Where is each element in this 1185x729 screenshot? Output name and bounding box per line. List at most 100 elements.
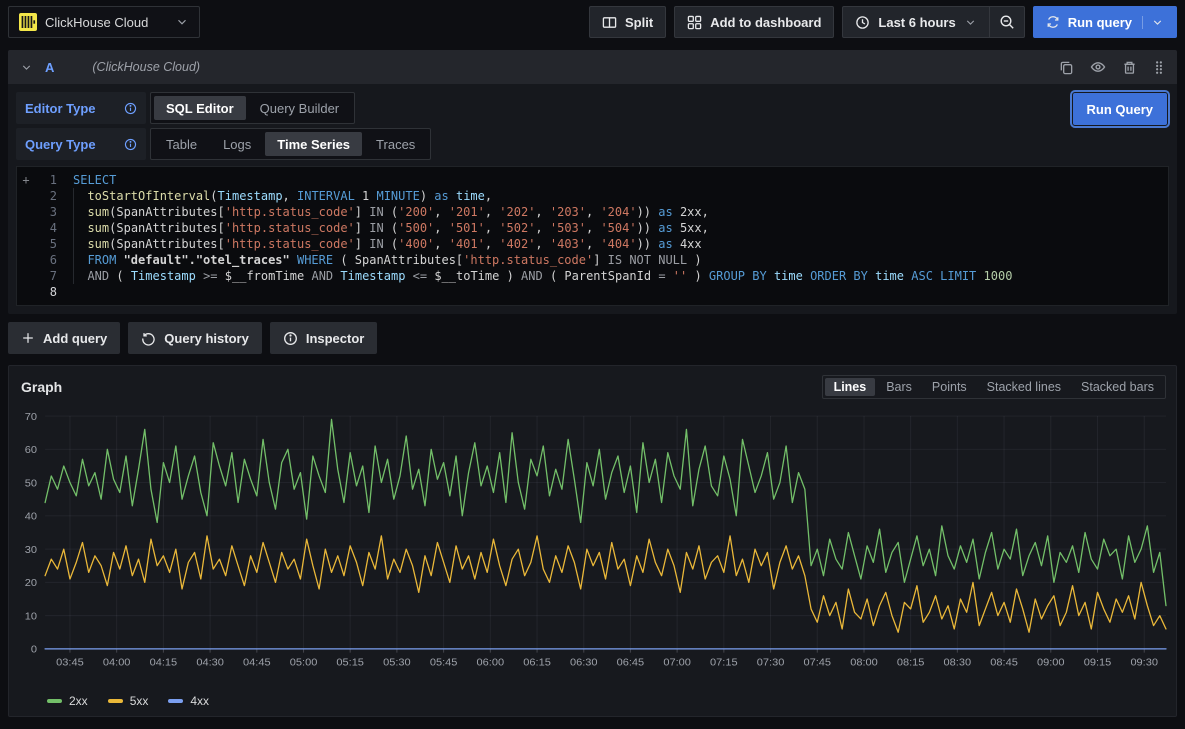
duplicate-icon[interactable] <box>1059 60 1074 75</box>
split-button[interactable]: Split <box>589 6 666 38</box>
split-label: Split <box>625 15 653 30</box>
query-type-label-text: Query Type <box>25 137 96 152</box>
info-icon[interactable] <box>124 138 137 151</box>
svg-text:70: 70 <box>25 411 37 423</box>
svg-text:06:45: 06:45 <box>617 657 645 669</box>
sync-icon <box>1046 15 1060 29</box>
editor-type-label: Editor Type <box>16 92 146 124</box>
sql-line[interactable]: 5 sum(SpanAttributes['http.status_code']… <box>17 236 1168 252</box>
plus-icon <box>21 331 35 345</box>
svg-text:0: 0 <box>31 644 37 656</box>
graph-mode-bars[interactable]: Bars <box>877 378 921 396</box>
graph-mode-toggle: Lines Bars Points Stacked lines Stacked … <box>822 375 1166 399</box>
info-icon <box>283 331 298 346</box>
svg-text:50: 50 <box>25 478 37 490</box>
sql-line[interactable]: 6 FROM "default"."otel_traces" WHERE ( S… <box>17 252 1168 268</box>
query-history-button[interactable]: Query history <box>128 322 262 354</box>
info-icon[interactable] <box>124 102 137 115</box>
legend-label-5xx: 5xx <box>130 694 149 708</box>
query-type-option-time-series[interactable]: Time Series <box>265 132 362 156</box>
time-range-group: Last 6 hours <box>842 6 1024 38</box>
svg-text:04:30: 04:30 <box>196 657 224 669</box>
query-row-actions <box>1059 59 1165 75</box>
graph-mode-stacked-lines[interactable]: Stacked lines <box>978 378 1070 396</box>
apps-grid-icon <box>687 15 702 30</box>
query-type-toggle: Table Logs Time Series Traces <box>150 128 431 160</box>
svg-text:08:30: 08:30 <box>944 657 972 669</box>
drag-handle-icon[interactable] <box>1153 60 1165 75</box>
svg-text:40: 40 <box>25 511 37 523</box>
query-type-option-logs[interactable]: Logs <box>211 132 263 156</box>
inspector-label: Inspector <box>306 331 365 346</box>
graph-mode-lines[interactable]: Lines <box>825 378 876 396</box>
sql-line[interactable]: 7 AND ( Timestamp >= $__fromTime AND Tim… <box>17 268 1168 284</box>
run-query-button[interactable]: Run query <box>1033 6 1177 38</box>
zoom-out-icon <box>999 14 1015 30</box>
sql-line[interactable]: +1SELECT <box>17 172 1168 188</box>
add-to-dashboard-button[interactable]: Add to dashboard <box>674 6 834 38</box>
editor-type-option-sql-editor[interactable]: SQL Editor <box>154 96 246 120</box>
time-series-chart[interactable]: 01020304050607003:4504:0004:1504:3004:45… <box>11 403 1172 675</box>
svg-text:05:15: 05:15 <box>336 657 364 669</box>
editor-type-option-query-builder[interactable]: Query Builder <box>248 96 351 120</box>
query-row-header[interactable]: A (ClickHouse Cloud) <box>8 50 1177 84</box>
sql-editor[interactable]: +1SELECT2 toStartOfInterval(Timestamp, I… <box>16 166 1169 306</box>
topbar: ClickHouse Cloud Split Add to dashboard … <box>0 0 1185 44</box>
datasource-picker[interactable]: ClickHouse Cloud <box>8 6 200 38</box>
svg-text:03:45: 03:45 <box>56 657 84 669</box>
time-range-button[interactable]: Last 6 hours <box>842 6 989 38</box>
chart-legend: 2xx 5xx 4xx <box>9 692 1176 716</box>
legend-label-2xx: 2xx <box>69 694 88 708</box>
add-query-button[interactable]: Add query <box>8 322 120 354</box>
query-type-option-table[interactable]: Table <box>154 132 209 156</box>
svg-text:05:00: 05:00 <box>290 657 318 669</box>
svg-text:05:45: 05:45 <box>430 657 458 669</box>
query-footer: Add query Query history Inspector <box>8 322 1177 354</box>
svg-text:30: 30 <box>25 544 37 556</box>
graph-panel: Graph Lines Bars Points Stacked lines St… <box>8 365 1177 717</box>
add-to-dashboard-label: Add to dashboard <box>710 15 821 30</box>
zoom-out-button[interactable] <box>990 6 1025 38</box>
svg-text:05:30: 05:30 <box>383 657 411 669</box>
chart-area: 01020304050607003:4504:0004:1504:3004:45… <box>9 401 1176 692</box>
split-icon <box>602 15 617 30</box>
trash-icon[interactable] <box>1122 60 1137 75</box>
query-editor-section: A (ClickHouse Cloud) <box>8 50 1177 314</box>
svg-text:08:15: 08:15 <box>897 657 925 669</box>
chevron-down-icon <box>964 16 977 29</box>
query-type-option-traces[interactable]: Traces <box>364 132 427 156</box>
panel-run-query-button[interactable]: Run Query <box>1073 93 1167 125</box>
indent-guide <box>73 188 74 284</box>
sql-line[interactable]: 2 toStartOfInterval(Timestamp, INTERVAL … <box>17 188 1168 204</box>
svg-text:04:00: 04:00 <box>103 657 131 669</box>
query-type-row: Query Type Table Logs Time Series Traces <box>16 128 1169 160</box>
graph-title: Graph <box>21 379 62 395</box>
svg-text:07:45: 07:45 <box>804 657 832 669</box>
legend-item-2xx[interactable]: 2xx <box>47 694 88 708</box>
svg-text:09:00: 09:00 <box>1037 657 1065 669</box>
svg-text:09:30: 09:30 <box>1130 657 1158 669</box>
collapse-chevron-icon[interactable] <box>20 61 33 74</box>
time-range-label: Last 6 hours <box>878 15 955 30</box>
topbar-actions: Split Add to dashboard Last 6 hours <box>589 6 1177 38</box>
sql-code[interactable]: +1SELECT2 toStartOfInterval(Timestamp, I… <box>17 172 1168 300</box>
editor-type-row: Editor Type SQL Editor Query Builder <box>16 92 1169 124</box>
inspector-button[interactable]: Inspector <box>270 322 378 354</box>
graph-mode-points[interactable]: Points <box>923 378 976 396</box>
legend-item-4xx[interactable]: 4xx <box>168 694 209 708</box>
legend-item-5xx[interactable]: 5xx <box>108 694 149 708</box>
svg-text:04:15: 04:15 <box>150 657 178 669</box>
legend-color-4xx <box>168 699 183 703</box>
datasource-label: ClickHouse Cloud <box>45 15 148 30</box>
sql-line[interactable]: 4 sum(SpanAttributes['http.status_code']… <box>17 220 1168 236</box>
sql-line[interactable]: 3 sum(SpanAttributes['http.status_code']… <box>17 204 1168 220</box>
sql-line[interactable]: 8 <box>17 284 1168 300</box>
svg-text:20: 20 <box>25 577 37 589</box>
eye-icon[interactable] <box>1090 59 1106 75</box>
svg-text:08:00: 08:00 <box>850 657 878 669</box>
graph-mode-stacked-bars[interactable]: Stacked bars <box>1072 378 1163 396</box>
chevron-down-icon[interactable] <box>1142 16 1164 29</box>
query-history-label: Query history <box>164 331 249 346</box>
svg-text:08:45: 08:45 <box>990 657 1018 669</box>
query-ref-id: A <box>45 60 54 75</box>
